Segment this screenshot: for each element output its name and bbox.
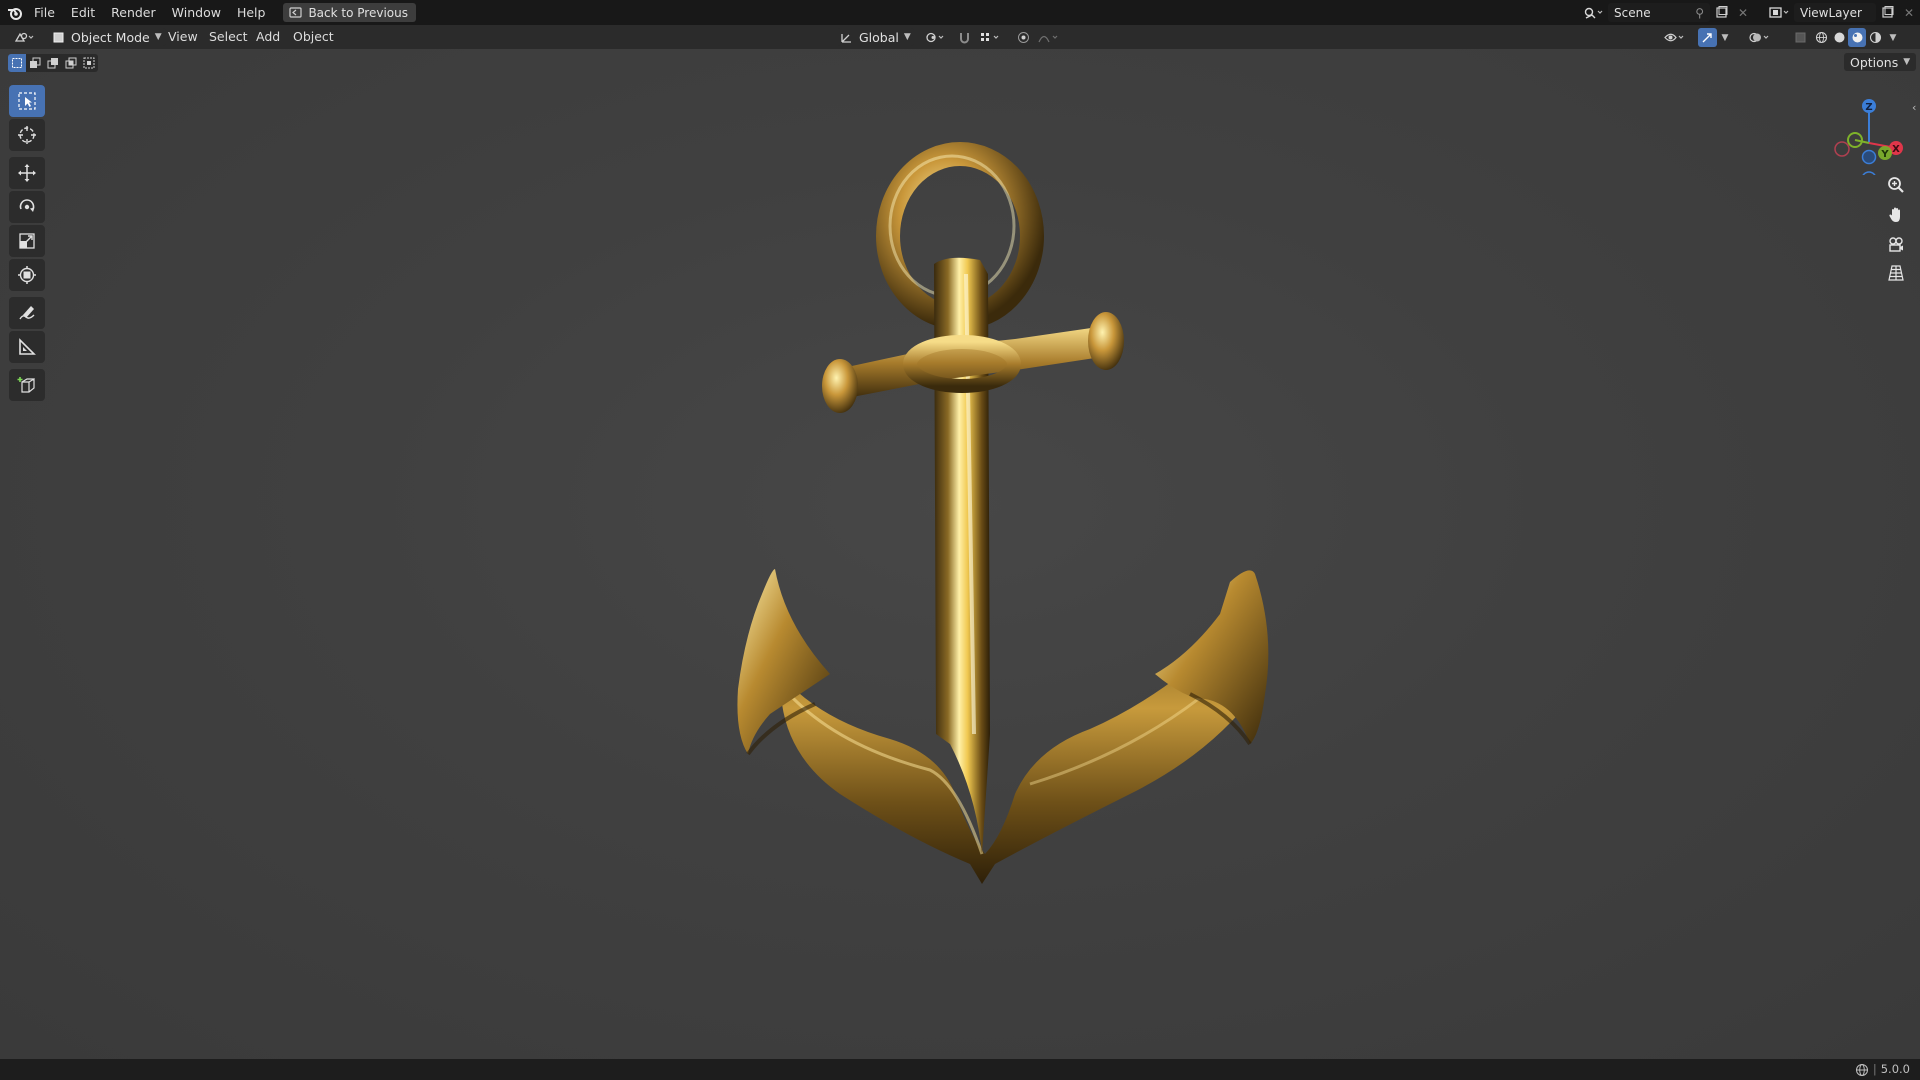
transform-orientation-dropdown[interactable]: Global ▼	[837, 28, 914, 46]
menu-view[interactable]: View	[168, 25, 198, 49]
pivot-point-icon[interactable]	[920, 28, 950, 47]
delete-view-layer-icon[interactable]: ✕	[1898, 3, 1920, 22]
menu-window[interactable]: Window	[164, 0, 229, 25]
select-intersect-icon[interactable]	[80, 54, 98, 72]
version-label: 5.0.0	[1880, 1062, 1910, 1076]
view-layer-icon[interactable]	[1764, 3, 1794, 22]
object-mode-dropdown[interactable]: Object Mode ▼	[48, 28, 166, 46]
back-icon	[289, 7, 303, 18]
gizmo-toggle-icon[interactable]	[1698, 28, 1717, 47]
z-axis-label: Z	[1865, 102, 1872, 113]
visibility-icon[interactable]	[1660, 28, 1690, 47]
select-box-tool[interactable]	[9, 85, 45, 117]
grid-perspective-icon	[1888, 265, 1904, 281]
options-label: Options	[1850, 54, 1899, 70]
select-new-icon[interactable]	[8, 54, 26, 72]
scale-icon	[19, 233, 35, 249]
orientation-icon	[841, 33, 851, 43]
status-bar: | 5.0.0	[0, 1059, 1920, 1080]
annotate-tool[interactable]	[9, 297, 45, 329]
top-menu-bar: File Edit Render Window Help Back to Pre…	[0, 0, 1920, 25]
pin-icon[interactable]: ⚲	[1695, 6, 1704, 20]
delete-scene-icon[interactable]: ✕	[1732, 3, 1754, 22]
overlays-icon[interactable]	[1745, 28, 1775, 47]
neg-x-axis-handle[interactable]	[1834, 141, 1850, 157]
measure-tool[interactable]	[9, 331, 45, 363]
snap-toggle-icon[interactable]	[953, 28, 975, 47]
menu-add[interactable]: Add	[256, 25, 280, 49]
proportional-editing-icon[interactable]	[1012, 28, 1034, 47]
camera-icon	[1889, 237, 1903, 252]
hand-icon	[1889, 207, 1900, 222]
chevron-down-icon: ▼	[154, 32, 162, 42]
menu-file[interactable]: File	[26, 0, 63, 25]
move-icon	[18, 164, 36, 182]
scene-name: Scene	[1614, 5, 1651, 20]
zoom-button[interactable]	[1882, 171, 1910, 199]
add-cube-icon	[17, 377, 35, 393]
xray-icon[interactable]	[1789, 28, 1811, 47]
menu-object[interactable]: Object	[293, 25, 334, 49]
menu-select[interactable]: Select	[209, 25, 248, 49]
wireframe-shading-icon[interactable]	[1812, 28, 1830, 47]
material-preview-shading-icon[interactable]	[1848, 28, 1866, 47]
pan-button[interactable]	[1882, 201, 1910, 229]
menu-help[interactable]: Help	[229, 0, 274, 25]
transform-tool[interactable]	[9, 259, 45, 291]
view-layer-field[interactable]: ViewLayer	[1794, 3, 1876, 22]
viewport-header: Object Mode ▼ View Select Add Object Glob…	[0, 25, 1920, 49]
measure-icon	[19, 338, 36, 355]
view-layer-name: ViewLayer	[1800, 5, 1862, 20]
select-extend-icon[interactable]	[26, 54, 44, 72]
falloff-icon[interactable]	[1034, 28, 1064, 47]
back-to-previous-label: Back to Previous	[308, 5, 408, 20]
zoom-icon	[1888, 177, 1904, 193]
rendered-shading-icon[interactable]	[1866, 28, 1884, 47]
blender-logo-icon[interactable]	[4, 0, 26, 25]
3d-viewport[interactable]: Options ▼ ‹ Z X Y	[0, 49, 1920, 1059]
annotate-icon	[19, 306, 35, 320]
chevron-down-icon[interactable]: ▼	[1886, 28, 1900, 47]
x-axis-label: X	[1892, 144, 1900, 155]
transform-icon	[18, 266, 36, 284]
y-axis-label: Y	[1880, 149, 1889, 160]
status-separator: |	[1872, 1062, 1877, 1076]
snap-target-icon[interactable]	[975, 28, 1005, 47]
add-cube-tool[interactable]	[9, 369, 45, 401]
options-dropdown[interactable]: Options ▼	[1844, 53, 1917, 71]
new-scene-icon[interactable]	[1710, 3, 1732, 22]
network-icon	[1855, 1063, 1868, 1076]
menu-render[interactable]: Render	[103, 0, 164, 25]
orientation-label: Global	[859, 29, 899, 45]
scale-tool[interactable]	[9, 225, 45, 257]
perspective-toggle-button[interactable]	[1882, 259, 1910, 287]
back-to-previous-button[interactable]: Back to Previous	[283, 3, 416, 22]
selection-mode-group	[8, 54, 98, 72]
rotate-icon	[19, 199, 35, 212]
camera-view-button[interactable]	[1882, 231, 1910, 259]
select-invert-icon[interactable]	[62, 54, 80, 72]
move-tool[interactable]	[9, 157, 45, 189]
solid-shading-icon[interactable]	[1830, 28, 1848, 47]
anchor-model[interactable]	[690, 94, 1290, 974]
scene-selector-icon[interactable]	[1578, 3, 1608, 22]
version-info: | 5.0.0	[1855, 1059, 1910, 1080]
scene-name-field[interactable]: Scene ⚲	[1608, 3, 1710, 22]
cursor-tool[interactable]	[9, 119, 45, 151]
select-subtract-icon[interactable]	[44, 54, 62, 72]
neg-z-axis-handle[interactable]	[1862, 171, 1876, 175]
neg-z-axis-marker[interactable]	[1861, 149, 1877, 165]
menu-edit[interactable]: Edit	[63, 0, 103, 25]
editor-type-icon[interactable]	[10, 28, 40, 47]
chevron-down-icon: ▼	[1903, 57, 1911, 67]
chevron-down-icon: ▼	[903, 32, 911, 42]
object-mode-icon	[53, 32, 64, 42]
select-box-icon	[18, 92, 36, 110]
object-mode-label: Object Mode	[71, 29, 150, 45]
new-view-layer-icon[interactable]	[1876, 3, 1898, 22]
chevron-down-icon[interactable]: ▼	[1718, 28, 1732, 47]
cursor-icon	[18, 126, 36, 144]
rotate-tool[interactable]	[9, 191, 45, 223]
